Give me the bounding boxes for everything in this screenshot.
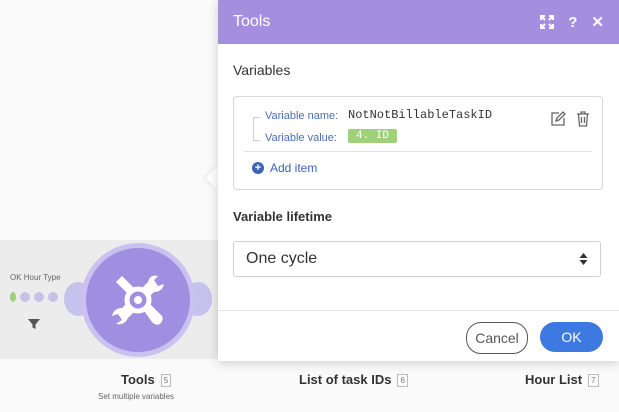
module-subtitle: Set multiple variables (98, 392, 175, 401)
variable-name-field[interactable]: NotNotBillableTaskID (348, 108, 492, 122)
edit-icon[interactable] (550, 111, 566, 127)
close-icon[interactable]: ✕ (591, 13, 604, 31)
module-settings-panel: Tools ? ✕ Variables Variable name: NotNo… (218, 0, 619, 361)
variables-list: Variable name: NotNotBillableTaskID Vari… (233, 96, 603, 190)
variables-label: Variables (233, 62, 291, 78)
module-title: Hour List (525, 372, 583, 387)
module-number: 7 (588, 374, 599, 388)
item-actions (550, 111, 590, 127)
link-dots (10, 292, 58, 302)
trash-icon[interactable] (576, 111, 590, 127)
link-dot (10, 292, 16, 302)
variable-lifetime-select[interactable]: One cycle (233, 241, 601, 277)
add-item-button[interactable]: + Add item (252, 161, 317, 175)
module-number: 5 (160, 374, 172, 388)
module-number: 6 (397, 374, 408, 388)
expand-icon[interactable] (540, 15, 555, 29)
sort-arrows-icon (579, 253, 588, 265)
variable-value-label: Variable value: (265, 132, 337, 144)
link-dot (48, 292, 58, 302)
panel-header: Tools ? ✕ (218, 0, 619, 44)
variable-value-pill[interactable]: 4. ID (348, 129, 398, 143)
tools-icon (112, 275, 164, 325)
select-value: One cycle (246, 250, 318, 267)
item-bracket (253, 117, 260, 141)
filter-icon[interactable] (27, 317, 41, 331)
ok-button[interactable]: OK (540, 322, 603, 352)
help-icon[interactable]: ? (568, 14, 577, 31)
cancel-button[interactable]: Cancel (466, 322, 528, 354)
variable-lifetime-label: Variable lifetime (233, 209, 332, 224)
tools-module[interactable] (86, 248, 190, 352)
panel-footer-divider (218, 310, 619, 311)
plus-icon: + (252, 162, 264, 174)
link-dot (20, 292, 30, 302)
add-item-label: Add item (270, 161, 318, 175)
divider (244, 151, 592, 152)
module-label-hour-list: Hour List 7 (525, 372, 599, 388)
link-dot (34, 292, 44, 302)
panel-header-actions: ? ✕ (540, 13, 604, 31)
filter-label: OK Hour Type (10, 273, 61, 282)
variable-name-label: Variable name: (265, 110, 339, 122)
module-label-tools: Tools 5 (121, 372, 172, 388)
module-title: List of task IDs (299, 372, 392, 387)
module-label-list-of-task-ids: List of task IDs 6 (299, 372, 408, 388)
module-title: Tools (121, 372, 155, 387)
panel-title: Tools (233, 13, 271, 30)
